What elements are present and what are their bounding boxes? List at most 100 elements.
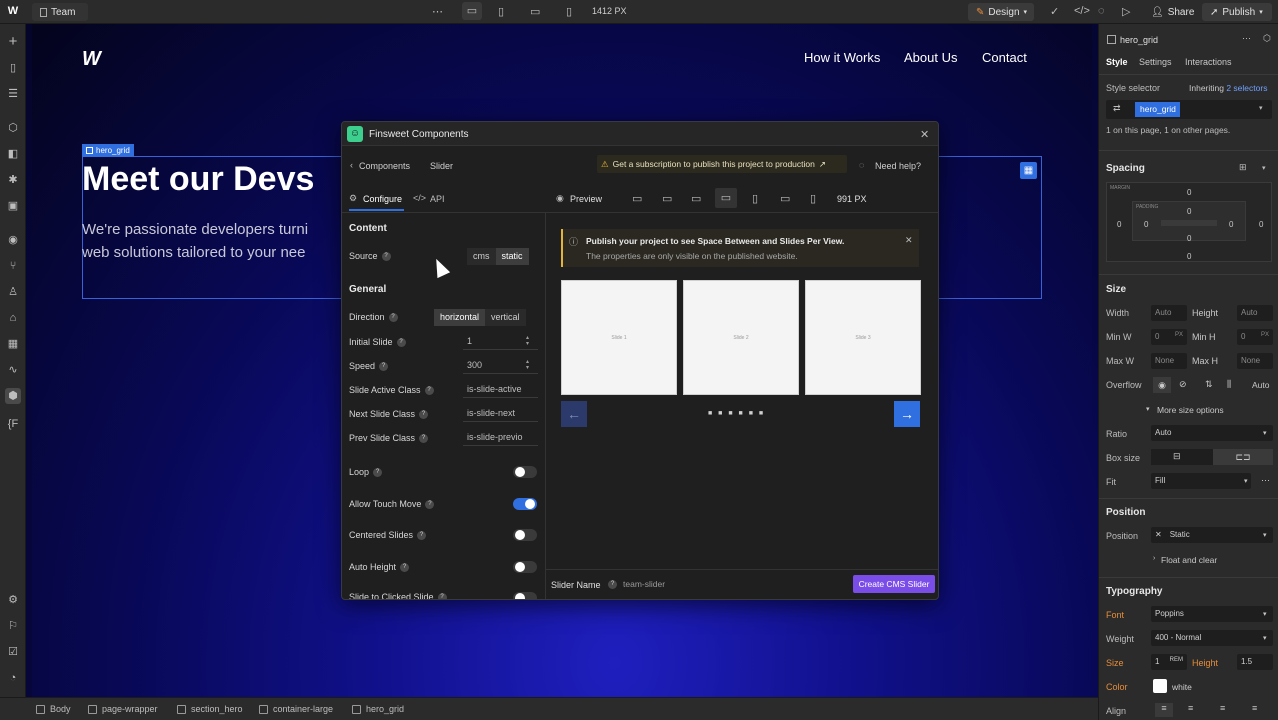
spacing-heading[interactable]: Spacing — [1106, 163, 1145, 174]
brackets-icon[interactable]: {F — [5, 416, 21, 432]
preview-desktop-xl-icon[interactable]: ▭ — [632, 192, 642, 205]
font-select[interactable]: Poppins — [1151, 606, 1273, 622]
more-size-options[interactable]: More size options — [1157, 405, 1224, 415]
navigator-icon[interactable]: ☰ — [5, 86, 21, 102]
tab-interactions[interactable]: Interactions — [1185, 57, 1232, 67]
margin-bottom-value[interactable]: 0 — [1187, 252, 1191, 261]
video-help-icon[interactable]: ◔ — [5, 670, 21, 686]
help-question-icon[interactable]: ? — [417, 530, 427, 540]
overflow-auto-option[interactable]: Auto — [1252, 380, 1270, 390]
preview-tablet-icon[interactable]: ▯ — [752, 192, 758, 205]
auto-height-toggle[interactable] — [513, 561, 537, 573]
overflow-scroll-icon[interactable]: ⇅ — [1205, 379, 1213, 390]
overflow-clip-icon[interactable]: ⫼ — [1227, 379, 1231, 390]
tab-api[interactable]: API — [430, 194, 445, 204]
direction-option-vertical[interactable]: vertical — [485, 309, 526, 326]
check-icon[interactable]: ✓ — [1050, 5, 1059, 18]
chevron-down-icon[interactable]: ▾ — [1263, 429, 1267, 437]
layout-icon[interactable]: ⊞ — [1239, 162, 1247, 173]
line-height-input[interactable]: 1.5 — [1237, 654, 1273, 670]
variables-icon[interactable]: ◧ — [5, 146, 21, 162]
add-icon[interactable]: + — [5, 34, 21, 50]
component-icon[interactable]: ⬡ — [1263, 33, 1271, 44]
help-question-icon[interactable]: ? — [381, 251, 391, 261]
fit-select[interactable]: Fill — [1151, 473, 1251, 489]
preview-mobile-icon[interactable]: ▯ — [810, 192, 816, 205]
code-icon[interactable]: </> — [1074, 5, 1090, 17]
chevron-down-icon[interactable]: ▾ — [1262, 164, 1266, 172]
components-icon[interactable]: ⬡ — [5, 120, 21, 136]
breadcrumb-body[interactable]: Body — [36, 704, 71, 714]
max-height-input[interactable]: None — [1237, 353, 1273, 369]
margin-right-value[interactable]: 0 — [1259, 220, 1263, 229]
chevron-down-icon[interactable]: ▾ — [1263, 531, 1267, 539]
preview-desktop-active-icon[interactable]: ▭ — [715, 188, 737, 208]
width-input[interactable]: Auto — [1151, 305, 1187, 321]
pages-icon[interactable]: ▯ — [5, 60, 21, 76]
styles-icon[interactable]: ✱ — [5, 172, 21, 188]
breakpoint-tablet-icon[interactable]: ▯ — [498, 5, 504, 18]
next-slide-class-input[interactable]: is-slide-next — [463, 405, 538, 422]
breakpoint-desktop-large-icon[interactable]: ▭ — [462, 2, 482, 20]
help-question-icon[interactable]: ? — [400, 562, 410, 572]
apps-icon[interactable]: ▦ — [5, 336, 21, 352]
chevron-down-icon[interactable]: ▾ — [1259, 104, 1263, 112]
site-logo-icon[interactable]: W — [82, 48, 101, 71]
typography-heading[interactable]: Typography — [1106, 586, 1162, 597]
padding-top-value[interactable]: 0 — [1187, 207, 1191, 216]
more-icon[interactable]: ⋯ — [1242, 33, 1251, 44]
prev-slide-class-input[interactable]: is-slide-previo — [463, 429, 538, 446]
help-question-icon[interactable]: ? — [373, 467, 383, 477]
align-center-icon[interactable]: ≡ — [1188, 703, 1193, 713]
source-option-static[interactable]: static — [495, 248, 529, 265]
help-question-icon[interactable]: ? — [425, 499, 435, 509]
activity-icon[interactable]: ∿ — [5, 362, 21, 378]
margin-left-value[interactable]: 0 — [1117, 220, 1121, 229]
help-question-icon[interactable]: ? — [396, 337, 406, 347]
slider-dots[interactable]: ■ ■ ■ ■ ■ ■ — [708, 410, 765, 417]
tasks-icon[interactable]: ☑ — [5, 644, 21, 660]
breakpoint-landscape-icon[interactable]: ▭ — [530, 5, 540, 18]
position-heading[interactable]: Position — [1106, 507, 1145, 518]
help-question-icon[interactable]: ? — [379, 361, 389, 371]
ecommerce-icon[interactable]: ⌂ — [5, 310, 21, 326]
max-width-input[interactable]: None — [1151, 353, 1187, 369]
stepper-icon[interactable]: ▴ ▾ — [526, 359, 529, 371]
preview-desktop-l-icon[interactable]: ▭ — [662, 192, 672, 205]
subscription-banner[interactable]: ⚠ Get a subscription to publish this pro… — [597, 155, 847, 173]
min-width-input[interactable]: 0 PX — [1151, 329, 1187, 345]
tab-configure[interactable]: Configure — [363, 194, 402, 204]
min-height-input[interactable]: 0 PX — [1237, 329, 1273, 345]
border-box-icon[interactable]: ⊟ — [1173, 451, 1181, 462]
align-left-icon[interactable]: ≡ — [1155, 703, 1173, 717]
more-icon[interactable]: ⋯ — [1261, 475, 1270, 486]
ratio-select[interactable]: Auto — [1151, 425, 1273, 441]
align-right-icon[interactable]: ≡ — [1220, 703, 1225, 713]
settings-icon[interactable]: ⚙ — [5, 592, 21, 608]
slider-name-input[interactable]: team-slider — [620, 577, 690, 592]
chevron-down-icon[interactable]: ▾ — [1263, 634, 1267, 642]
loop-toggle[interactable] — [513, 466, 537, 478]
close-icon[interactable]: ✕ — [920, 128, 929, 141]
nav-link-how-it-works[interactable]: How it Works — [804, 50, 880, 65]
breadcrumb-section-hero[interactable]: section_hero — [177, 704, 243, 714]
position-select[interactable]: ✕ Static — [1151, 527, 1273, 543]
breadcrumb-container-large[interactable]: container-large — [259, 704, 333, 714]
create-cms-slider-button[interactable]: Create CMS Slider — [853, 575, 935, 593]
overflow-visible-icon[interactable]: ◉ — [1153, 377, 1171, 393]
help-question-icon[interactable]: ? — [608, 580, 617, 589]
padding-bottom-value[interactable]: 0 — [1187, 234, 1191, 243]
slider-prev-arrow-icon[interactable]: ← — [561, 401, 587, 427]
help-question-icon[interactable]: ? — [388, 312, 398, 322]
tab-style[interactable]: Style — [1106, 57, 1128, 67]
color-swatch[interactable] — [1153, 679, 1167, 693]
slide-to-clicked-slide-toggle[interactable] — [513, 592, 537, 599]
assets-icon[interactable]: ▣ — [5, 198, 21, 214]
height-input[interactable]: Auto — [1237, 305, 1273, 321]
centered-slides-toggle[interactable] — [513, 529, 537, 541]
webflow-logo-icon[interactable]: W — [6, 5, 20, 17]
help-question-icon[interactable]: ? — [424, 385, 434, 395]
users-icon[interactable]: ♙ — [5, 284, 21, 300]
weight-select[interactable]: 400 - Normal — [1151, 630, 1273, 646]
close-icon[interactable]: ✕ — [905, 235, 913, 246]
